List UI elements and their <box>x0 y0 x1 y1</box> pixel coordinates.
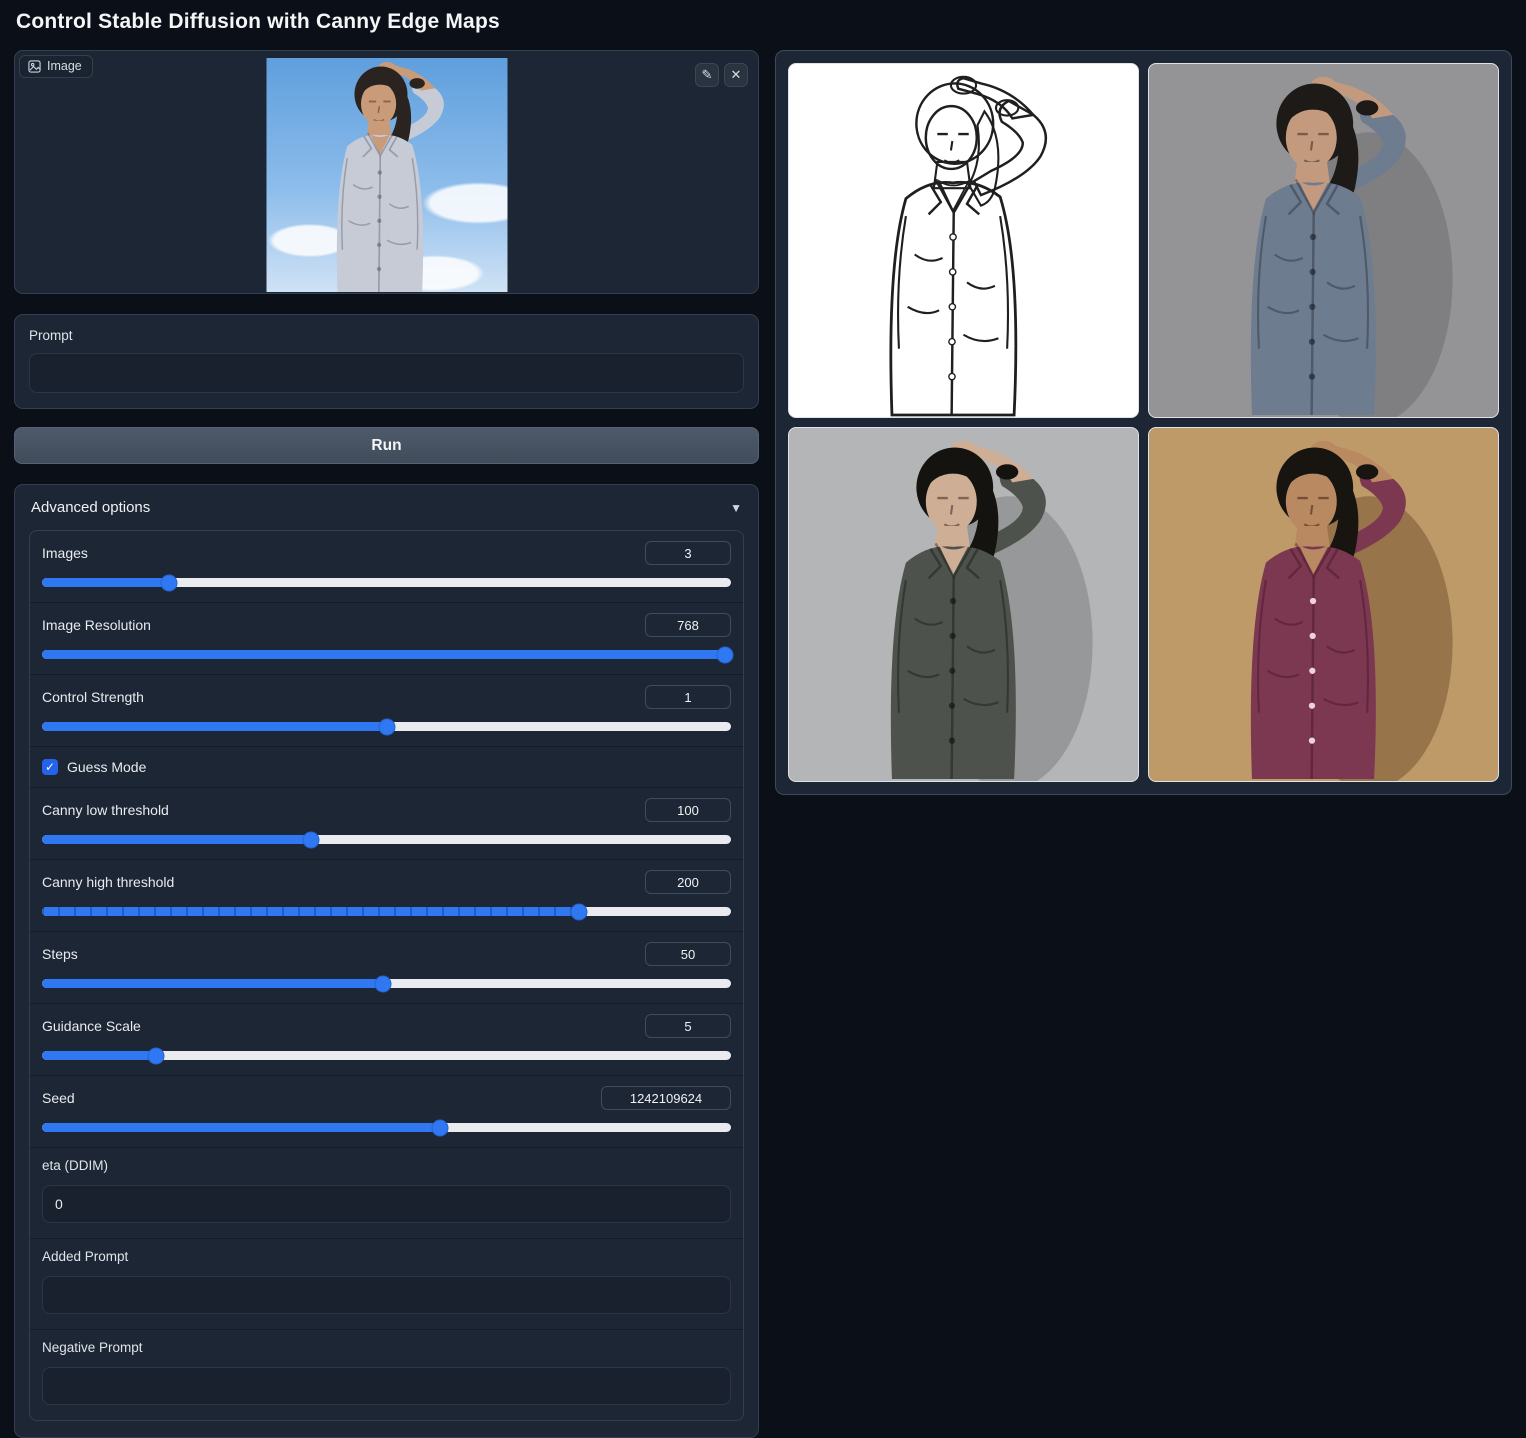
canny-high-label: Canny high threshold <box>42 874 175 890</box>
negative-prompt-row: Negative Prompt <box>30 1330 743 1420</box>
slider-fill <box>42 979 384 988</box>
guess-mode-checkbox[interactable]: ✓ <box>42 759 58 775</box>
chevron-down-icon: ▼ <box>730 500 742 515</box>
image-icon <box>28 59 41 73</box>
negative-prompt-label: Negative Prompt <box>42 1340 143 1355</box>
slider-handle[interactable] <box>716 646 734 663</box>
page-title: Control Stable Diffusion with Canny Edge… <box>16 10 500 33</box>
slider-handle[interactable] <box>378 718 395 735</box>
slider-fill <box>42 722 387 731</box>
advanced-accordion-header[interactable]: Advanced options ▼ <box>29 497 744 516</box>
canny-low-label: Canny low threshold <box>42 802 169 818</box>
input-image-preview <box>266 58 507 292</box>
gallery-item-generated-gray-blue-shirt[interactable] <box>1148 63 1499 418</box>
slider-fill <box>42 835 311 844</box>
prompt-panel: Prompt <box>14 314 759 409</box>
slider-handle[interactable] <box>302 831 320 848</box>
guidance-scale-slider[interactable] <box>42 1047 731 1064</box>
result-gallery-grid <box>788 63 1499 782</box>
image-resolution-slider[interactable] <box>42 646 734 663</box>
added-prompt-row: Added Prompt <box>30 1239 743 1330</box>
canny-high-value-input[interactable] <box>645 870 731 894</box>
close-icon: ✕ <box>730 67 742 82</box>
slider-fill <box>42 650 726 659</box>
slider-handle[interactable] <box>160 574 178 591</box>
gallery-item-canny-edge-map[interactable] <box>788 63 1139 418</box>
guidance-scale-value-input[interactable] <box>645 1014 731 1038</box>
person-figure-illustration <box>789 428 1138 781</box>
canny-low-slider[interactable] <box>42 831 731 848</box>
canny-high-slider[interactable] <box>42 903 731 920</box>
slider-row-control-strength: Control Strength <box>30 675 743 747</box>
run-button[interactable]: Run <box>14 427 759 464</box>
prompt-label: Prompt <box>29 328 73 343</box>
image-resolution-label: Image Resolution <box>42 617 151 633</box>
eta-row: eta (DDIM) <box>30 1148 743 1239</box>
gallery-item-generated-charcoal-shirt[interactable] <box>788 427 1139 782</box>
control-strength-slider[interactable] <box>42 718 731 735</box>
guess-mode-label: Guess Mode <box>67 759 147 775</box>
check-icon: ✓ <box>44 760 56 774</box>
prompt-input[interactable] <box>29 353 744 393</box>
seed-value-input[interactable] <box>601 1086 731 1110</box>
slider-row-canny-high: Canny high threshold <box>30 860 743 932</box>
eta-label: eta (DDIM) <box>42 1158 109 1173</box>
slider-fill <box>42 1051 156 1060</box>
edit-button[interactable]: ✎ <box>695 63 719 87</box>
slider-row-steps: Steps <box>30 932 743 1004</box>
advanced-options-panel: Advanced options ▼ Images 3 Image Resolu… <box>14 484 759 1438</box>
slider-row-canny-low: Canny low threshold <box>30 788 743 860</box>
added-prompt-input[interactable] <box>42 1276 731 1314</box>
gallery-item-generated-maroon-shirt[interactable] <box>1148 427 1499 782</box>
image-label-tab: Image <box>19 55 93 78</box>
control-strength-label: Control Strength <box>42 689 144 705</box>
image-resolution-value-input[interactable] <box>645 613 731 637</box>
added-prompt-label: Added Prompt <box>42 1249 129 1264</box>
slider-row-seed: Seed <box>30 1076 743 1148</box>
app-root: Control Stable Diffusion with Canny Edge… <box>0 0 1526 1438</box>
advanced-accordion-title: Advanced options <box>31 499 151 516</box>
eta-input[interactable] <box>42 1185 731 1223</box>
slider-handle[interactable] <box>147 1047 165 1064</box>
guess-mode-row: ✓ Guess Mode <box>30 747 743 788</box>
advanced-options-group: Images Image Resolution <box>29 530 744 1421</box>
slider-handle[interactable] <box>374 975 392 992</box>
clear-button[interactable]: ✕ <box>724 63 748 87</box>
slider-fill <box>42 1123 441 1132</box>
slider-row-guidance-scale: Guidance Scale <box>30 1004 743 1076</box>
images-slider[interactable] <box>42 574 731 591</box>
negative-prompt-input[interactable] <box>42 1367 731 1405</box>
canny-low-value-input[interactable] <box>645 798 731 822</box>
seed-slider[interactable] <box>42 1119 731 1136</box>
person-figure-illustration <box>789 64 1138 417</box>
image-label: Image <box>47 59 82 73</box>
slider-handle[interactable] <box>431 1119 449 1136</box>
image-upload-panel[interactable]: Image ✎ ✕ <box>14 50 759 294</box>
images-value-input[interactable] <box>645 541 731 565</box>
slider-fill <box>42 907 580 916</box>
slider-handle[interactable] <box>570 903 588 920</box>
slider-row-images: Images <box>30 531 743 603</box>
steps-slider[interactable] <box>42 975 731 992</box>
pencil-icon: ✎ <box>701 67 713 82</box>
slider-fill <box>42 578 170 587</box>
steps-value-input[interactable] <box>645 942 731 966</box>
steps-label: Steps <box>42 946 78 962</box>
guidance-scale-label: Guidance Scale <box>42 1018 141 1034</box>
images-label: Images <box>42 545 88 561</box>
person-figure-illustration <box>266 58 507 292</box>
person-figure-illustration <box>1149 64 1498 417</box>
control-strength-value-input[interactable] <box>645 685 731 709</box>
seed-label: Seed <box>42 1090 75 1106</box>
slider-row-image-resolution: Image Resolution <box>30 603 743 675</box>
result-gallery-panel <box>775 50 1512 795</box>
person-figure-illustration <box>1149 428 1498 781</box>
